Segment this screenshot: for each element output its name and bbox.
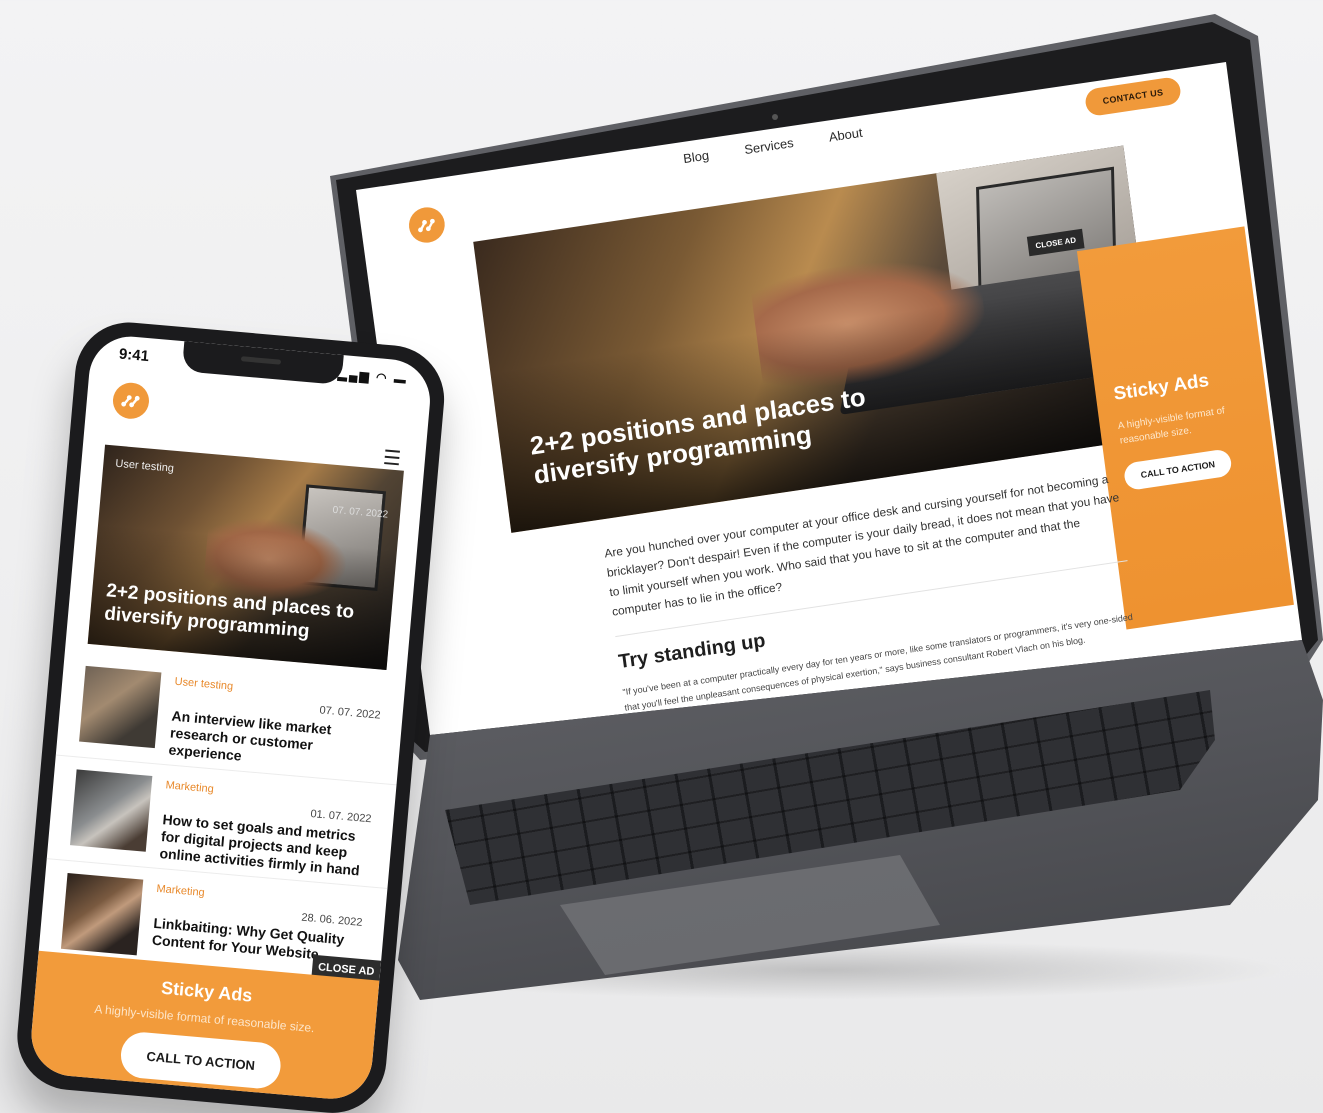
- article-category: Marketing: [156, 882, 206, 900]
- signal-icon: ▂▄▆: [337, 366, 372, 384]
- nav-item-about[interactable]: About: [828, 125, 863, 145]
- article-category: Marketing: [165, 779, 215, 796]
- speaker-icon: [240, 356, 282, 365]
- status-icons: ▂▄▆ ◠ ▬: [337, 367, 408, 387]
- ad-title: Sticky Ads: [1112, 370, 1211, 405]
- nav-item-blog[interactable]: Blog: [682, 148, 710, 166]
- ad-subtitle: A highly-visible format of reasonable si…: [1117, 405, 1226, 447]
- phone-hero-card[interactable]: User testing 07. 07. 2022 2+2 positions …: [87, 444, 404, 671]
- logo-icon[interactable]: [406, 204, 447, 246]
- article-thumbnail: [70, 769, 153, 852]
- contact-us-button[interactable]: CONTACT US: [1083, 75, 1183, 118]
- status-time: 9:41: [118, 345, 150, 366]
- article-thumbnail: [79, 665, 162, 749]
- menu-icon[interactable]: ☰: [382, 445, 402, 471]
- battery-icon: ▬: [393, 371, 409, 387]
- logo-icon[interactable]: [111, 381, 151, 421]
- article-date: 28. 06. 2022: [300, 911, 363, 929]
- camera-icon: [772, 114, 778, 120]
- phone-mockup: 9:41 ▂▄▆ ◠ ▬ ☰ User testing 07. 07. 2022…: [12, 318, 460, 1113]
- hero-image[interactable]: 2+2 positions and places to diversify pr…: [473, 145, 1162, 533]
- article-thumbnail: [60, 873, 144, 956]
- article-category: User testing: [174, 675, 234, 693]
- article-date: 01. 07. 2022: [309, 807, 372, 826]
- phone-shell: 9:41 ▂▄▆ ◠ ▬ ☰ User testing 07. 07. 2022…: [12, 318, 449, 1113]
- phone-body: 9:41 ▂▄▆ ◠ ▬ ☰ User testing 07. 07. 2022…: [12, 318, 469, 1113]
- phone-notch: [181, 341, 344, 386]
- nav-item-services[interactable]: Services: [743, 135, 794, 157]
- phone-screen: 9:41 ▂▄▆ ◠ ▬ ☰ User testing 07. 07. 2022…: [28, 333, 434, 1103]
- call-to-action-button[interactable]: CALL TO ACTION: [119, 1030, 283, 1091]
- article-date: 07. 07. 2022: [319, 704, 382, 722]
- call-to-action-button[interactable]: CALL TO ACTION: [1122, 448, 1233, 492]
- hero-category: User testing: [114, 457, 175, 475]
- article-list: User testing 07. 07. 2022 An interview l…: [37, 651, 406, 993]
- wifi-icon: ◠: [375, 370, 390, 386]
